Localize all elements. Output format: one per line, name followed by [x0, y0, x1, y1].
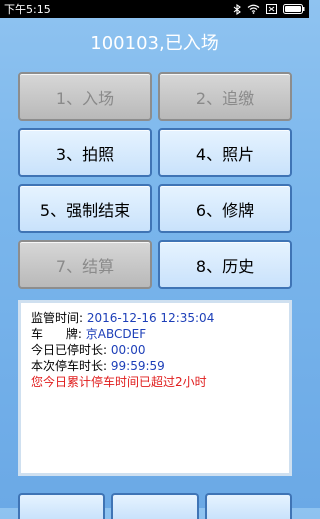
this-parked-row: 本次停车时长: 99:59:59: [31, 358, 279, 374]
plate-label: 车 牌:: [31, 327, 82, 341]
take-photo-button[interactable]: 3、拍照: [18, 128, 152, 177]
supervise-time-row: 监管时间: 2016-12-16 12:35:04: [31, 310, 279, 326]
battery-icon: [283, 4, 305, 14]
notification-icon: [266, 4, 277, 14]
bottom-button-2[interactable]: [111, 493, 199, 519]
wifi-icon: [247, 4, 260, 14]
bottom-button-row: [18, 493, 292, 519]
status-bar: 下午5:15: [0, 0, 309, 18]
bluetooth-icon: [233, 3, 241, 15]
today-parked-row: 今日已停时长: 00:00: [31, 342, 279, 358]
today-parked-value: 00:00: [110, 343, 146, 357]
overtime-warning: 您今日累计停车时间已超过2小时: [31, 375, 207, 389]
this-parked-value: 99:59:59: [110, 359, 165, 373]
this-parked-label: 本次停车时长:: [31, 359, 108, 373]
page-title: 100103,已入场: [90, 33, 219, 54]
enter-button[interactable]: 1、入场: [18, 72, 152, 121]
bottom-button-3[interactable]: [204, 493, 292, 519]
status-time: 下午5:15: [4, 3, 51, 16]
supervise-time-value: 2016-12-16 12:35:04: [86, 311, 215, 325]
force-end-button[interactable]: 5、强制结束: [18, 184, 152, 233]
plate-value: 京ABCDEF: [85, 327, 147, 341]
edit-plate-button[interactable]: 6、修牌: [158, 184, 292, 233]
bottom-button-1[interactable]: [18, 493, 106, 519]
settle-button[interactable]: 7、结算: [18, 240, 152, 289]
supervise-time-label: 监管时间:: [31, 311, 84, 325]
status-icons: [233, 3, 305, 15]
action-button-grid: 1、入场 2、追缴 3、拍照 4、照片 5、强制结束 6、修牌 7、结算 8、历…: [18, 72, 292, 289]
photos-button[interactable]: 4、照片: [158, 128, 292, 177]
recover-payment-button[interactable]: 2、追缴: [158, 72, 292, 121]
parking-info-panel: 监管时间: 2016-12-16 12:35:04 车 牌: 京ABCDEF 今…: [18, 300, 292, 476]
history-button[interactable]: 8、历史: [158, 240, 292, 289]
today-parked-label: 今日已停时长:: [31, 343, 108, 357]
plate-row: 车 牌: 京ABCDEF: [31, 326, 279, 342]
